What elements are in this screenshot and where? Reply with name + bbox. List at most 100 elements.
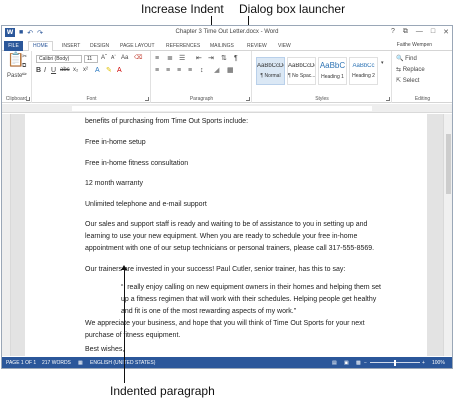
ribbon-display-icon[interactable]: ⧉ <box>403 28 408 36</box>
print-layout-icon[interactable]: ▣ <box>344 360 349 366</box>
scrollbar-thumb[interactable] <box>446 134 451 194</box>
tab-page-layout[interactable]: PAGE LAYOUT <box>120 42 155 51</box>
callout-indented-paragraph: Indented paragraph <box>110 384 215 398</box>
paragraph-indented-quote[interactable]: “I really enjoy calling on new equipment… <box>121 282 386 318</box>
font-launcher[interactable] <box>145 97 149 101</box>
tab-mailings[interactable]: MAILINGS <box>210 42 234 51</box>
styles-launcher[interactable] <box>386 97 390 101</box>
document-area: benefits of purchasing from Time Out Spo… <box>11 114 443 356</box>
paragraph-closing[interactable]: Best wishes, <box>85 344 385 356</box>
format-painter-icon[interactable]: ✏ <box>22 71 27 80</box>
select-button[interactable]: ⇱ Select <box>396 77 419 84</box>
styles-group-label: Styles <box>315 96 329 102</box>
font-color-icon[interactable]: A <box>117 66 122 75</box>
cut-icon[interactable]: ✂ <box>22 53 27 62</box>
center-icon[interactable]: ≡ <box>166 66 170 75</box>
superscript-icon[interactable]: x² <box>83 66 88 75</box>
style-heading-2-sample: AaBbCc <box>352 63 375 69</box>
window-title: Chapter 3 Time Out Letter.docx - Word <box>175 29 279 35</box>
show-hide-icon[interactable]: ¶ <box>234 54 238 63</box>
borders-icon[interactable]: ▦ <box>227 66 234 75</box>
style-heading-2[interactable]: AaBbCc Heading 2 <box>349 57 378 85</box>
paragraph-benefits-intro[interactable]: benefits of purchasing from Time Out Spo… <box>85 116 385 128</box>
editing-group-label: Editing <box>414 96 431 102</box>
close-icon[interactable]: ✕ <box>443 28 449 36</box>
zoom-out-icon[interactable]: − <box>364 360 367 366</box>
clipboard-group: 📋 Paste ✂ ⧉ ✏ Clipboard <box>2 51 32 103</box>
style-heading-1-sample: AaBbC <box>319 61 346 70</box>
account-name[interactable]: Faithe Wempen <box>397 42 432 48</box>
ruler-text-area <box>72 106 372 111</box>
justify-icon[interactable]: ≡ <box>188 66 192 75</box>
maximize-icon[interactable]: □ <box>431 28 435 36</box>
line-spacing-icon[interactable]: ↕ <box>200 66 204 75</box>
styles-gallery-more-icon[interactable]: ▾ <box>381 59 384 68</box>
status-zoom[interactable]: 100% <box>432 360 445 366</box>
paragraph-sales-staff[interactable]: Our sales and support staff is ready and… <box>85 219 385 255</box>
numbering-icon[interactable]: ≣ <box>167 54 173 63</box>
font-name-box[interactable]: Calibri (Body) <box>36 55 82 63</box>
read-mode-icon[interactable]: ▤ <box>332 360 337 366</box>
underline-icon[interactable]: U <box>51 66 56 75</box>
status-page[interactable]: PAGE 1 OF 1 <box>6 360 36 366</box>
clipboard-launcher[interactable] <box>26 97 30 101</box>
shading-icon[interactable]: ◢ <box>214 66 219 75</box>
replace-button[interactable]: ⇆ Replace <box>396 66 425 73</box>
paste-button[interactable]: Paste <box>7 73 22 79</box>
align-right-icon[interactable]: ≡ <box>177 66 181 75</box>
tab-references[interactable]: REFERENCES <box>166 42 200 51</box>
sort-icon[interactable]: ⇅ <box>221 54 227 63</box>
zoom-slider-knob[interactable] <box>394 360 396 366</box>
paragraph-dialog-launcher[interactable] <box>246 97 250 101</box>
tab-file[interactable]: FILE <box>4 41 23 51</box>
paragraph-warranty[interactable]: 12 month warranty <box>85 178 385 190</box>
change-case-icon[interactable]: Aa <box>121 54 128 63</box>
highlight-icon[interactable]: ✎ <box>106 66 112 75</box>
tab-review[interactable]: REVIEW <box>247 42 267 51</box>
subscript-icon[interactable]: x₂ <box>73 66 78 75</box>
multilevel-list-icon[interactable]: ☰ <box>179 54 185 63</box>
vertical-scrollbar[interactable] <box>443 114 452 356</box>
tab-insert[interactable]: INSERT <box>62 42 80 51</box>
style-no-spacing[interactable]: AaBbCcDc ¶ No Spac... <box>287 57 316 85</box>
status-language[interactable]: ENGLISH (UNITED STATES) <box>90 360 155 366</box>
strikethrough-icon[interactable]: abc <box>60 66 70 75</box>
align-left-icon[interactable]: ≡ <box>155 66 159 75</box>
text-effects-icon[interactable]: A <box>95 66 100 75</box>
font-size-box[interactable]: 11 <box>84 55 98 63</box>
tab-design[interactable]: DESIGN <box>90 42 109 51</box>
editing-group: 🔍 Find ⇆ Replace ⇱ Select Editing <box>393 51 452 103</box>
find-icon: 🔍 <box>396 56 404 62</box>
tab-view[interactable]: VIEW <box>278 42 291 51</box>
styles-group: AaBbCcDc ¶ Normal AaBbCcDc ¶ No Spac... … <box>253 51 392 103</box>
style-heading-1[interactable]: AaBbC Heading 1 <box>318 57 347 85</box>
find-label: Find <box>405 56 417 62</box>
paragraph-consultation[interactable]: Free in-home fitness consultation <box>85 158 385 170</box>
increase-indent-icon[interactable]: ⇥ <box>208 54 214 63</box>
web-layout-icon[interactable]: ▩ <box>356 360 361 366</box>
grow-font-icon[interactable]: Aˆ <box>101 54 107 63</box>
paragraph-appreciation[interactable]: We appreciate your business, and hope th… <box>85 318 385 342</box>
callout-dialog-launcher: Dialog box launcher <box>239 2 346 16</box>
style-normal[interactable]: AaBbCcDc ¶ Normal <box>256 57 285 85</box>
vertical-ruler[interactable] <box>2 114 11 356</box>
copy-icon[interactable]: ⧉ <box>22 62 26 71</box>
status-words[interactable]: 217 WORDS <box>42 360 71 366</box>
italic-icon[interactable]: I <box>44 66 46 75</box>
minimize-icon[interactable]: — <box>416 28 423 36</box>
clear-formatting-icon[interactable]: ⌫ <box>134 54 142 63</box>
help-icon[interactable]: ? <box>391 28 395 36</box>
zoom-in-icon[interactable]: + <box>422 360 425 366</box>
shrink-font-icon[interactable]: Aˇ <box>111 54 116 63</box>
paragraph-group: ≡ ≣ ☰ ⇤ ⇥ ⇅ ¶ ≡ ≡ ≡ ≡ ↕ ◢ ▦ Paragraph <box>152 51 252 103</box>
horizontal-ruler[interactable] <box>2 104 452 113</box>
paragraph-support[interactable]: Unlimited telephone and e-mail support <box>85 199 385 211</box>
document-page[interactable]: benefits of purchasing from Time Out Spo… <box>25 114 427 356</box>
decrease-indent-icon[interactable]: ⇤ <box>196 54 202 63</box>
proofing-icon[interactable]: ▦ <box>78 360 83 366</box>
paragraph-trainers[interactable]: Our trainers are invested in your succes… <box>85 264 385 276</box>
find-button[interactable]: 🔍 Find <box>396 55 417 62</box>
bullets-icon[interactable]: ≡ <box>155 54 159 63</box>
paragraph-setup[interactable]: Free in-home setup <box>85 137 385 149</box>
bold-icon[interactable]: B <box>36 66 41 75</box>
